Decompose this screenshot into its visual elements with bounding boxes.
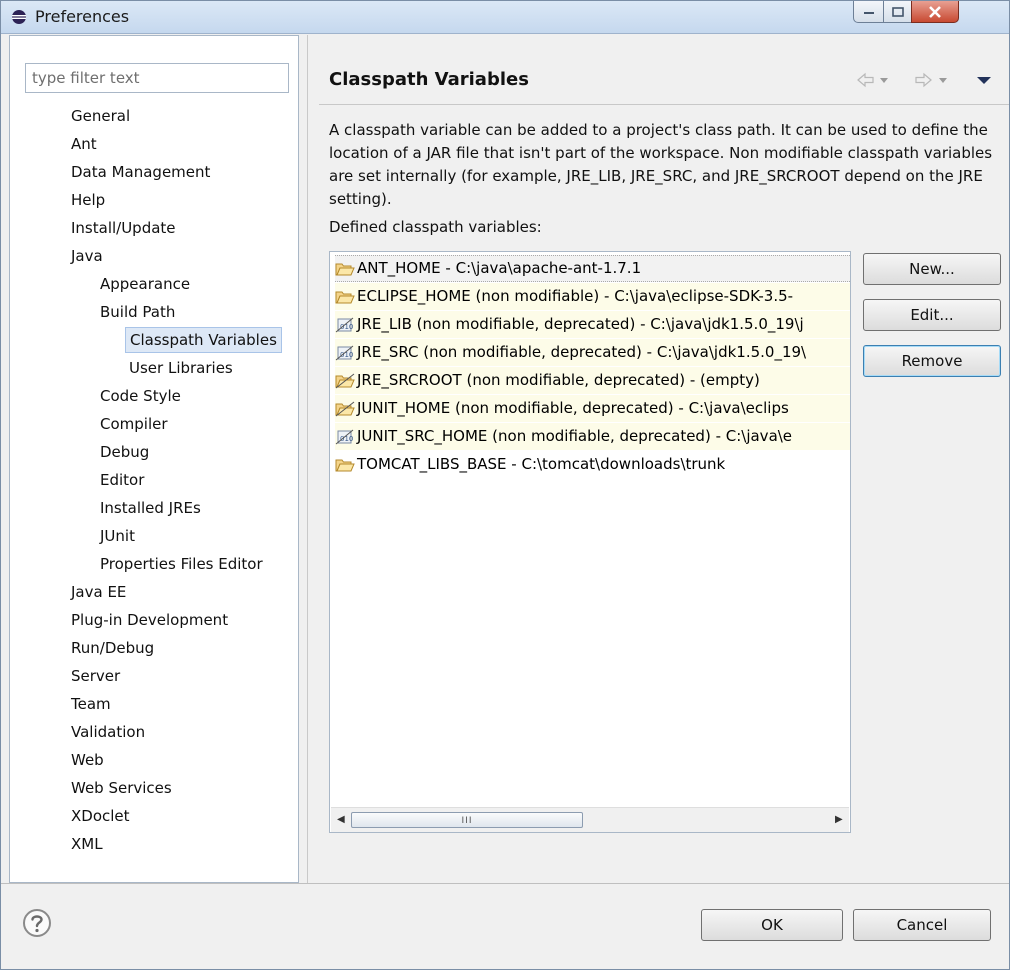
help-icon[interactable] [21,907,53,939]
tree-item-user-libraries[interactable]: User Libraries [129,355,233,381]
tree-item-junit[interactable]: JUnit [100,523,135,549]
remove-button[interactable]: Remove [863,345,1001,377]
bottom-separator [1,883,1009,884]
title-separator [319,104,1009,105]
folder-icon [335,459,355,471]
variables-list-label: Defined classpath variables: [329,218,542,236]
maximize-icon [891,6,904,17]
tree-item-installed-jres[interactable]: Installed JREs [100,495,201,521]
view-menu-icon[interactable] [975,71,993,89]
tree-item-code-style[interactable]: Code Style [100,383,181,409]
cancel-button[interactable]: Cancel [853,909,991,941]
tree-item-server[interactable]: Server [71,663,120,689]
tree-item-java[interactable]: Java [71,243,103,269]
edit-button[interactable]: Edit... [863,299,1001,331]
eclipse-icon [12,10,26,24]
preferences-window: Preferences General Ant Data Management … [0,0,1010,970]
tree-item-ant[interactable]: Ant [71,131,97,157]
maximize-button[interactable] [883,1,912,23]
close-button[interactable] [911,1,959,23]
tree-item-data-management[interactable]: Data Management [71,159,210,185]
back-menu-chevron-icon[interactable] [877,71,891,89]
horizontal-scrollbar[interactable]: ◀ III ▶ [331,807,849,832]
tree-item-run-debug[interactable]: Run/Debug [71,635,154,661]
title-bar[interactable]: Preferences [1,1,1009,34]
list-item[interactable]: TOMCAT_LIBS_BASE - C:\tomcat\downloads\t… [335,451,850,478]
folder-deprecated-icon [335,373,355,388]
tree-item-java-ee[interactable]: Java EE [71,579,126,605]
list-item[interactable]: 010 JUNIT_SRC_HOME (non modifiable, depre… [335,423,850,450]
minimize-icon [863,11,874,14]
list-item[interactable]: JUNIT_HOME (non modifiable, deprecated) … [335,395,850,422]
scroll-grip: III [461,816,473,826]
ok-button[interactable]: OK [701,909,843,941]
list-item[interactable]: ECLIPSE_HOME (non modifiable) - C:\java\… [335,283,850,310]
tree-item-web[interactable]: Web [71,747,104,773]
tree-item-build-path[interactable]: Build Path [100,299,175,325]
page-title: Classpath Variables [329,69,529,90]
forward-menu-chevron-icon[interactable] [936,71,950,89]
tree-item-help[interactable]: Help [71,187,105,213]
jar-icon: 010 [335,317,353,332]
filter-input[interactable] [25,63,289,93]
window-title: Preferences [35,7,130,26]
jar-icon: 010 [335,429,353,444]
minimize-button[interactable] [853,1,884,23]
scroll-thumb[interactable]: III [351,812,583,828]
tree-item-appearance[interactable]: Appearance [100,271,190,297]
tree-item-team[interactable]: Team [71,691,111,717]
tree-item-web-services[interactable]: Web Services [71,775,172,801]
list-item[interactable]: ANT_HOME - C:\java\apache-ant-1.7.1 [335,255,850,282]
tree-item-xdoclet[interactable]: XDoclet [71,803,130,829]
tree-item-install-update[interactable]: Install/Update [71,215,176,241]
jar-icon: 010 [335,345,353,360]
classpath-variables-list[interactable]: ANT_HOME - C:\java\apache-ant-1.7.1 ECLI… [329,251,851,833]
pane-splitter[interactable] [299,35,307,883]
tree-item-xml[interactable]: XML [71,831,103,857]
page-description: A classpath variable can be added to a p… [329,121,993,208]
tree-item-classpath-variables[interactable]: Classpath Variables [125,327,282,353]
new-button[interactable]: New... [863,253,1001,285]
tree-item-general[interactable]: General [71,103,130,129]
back-arrow-icon[interactable] [856,71,876,89]
folder-icon [335,291,355,303]
folder-icon [335,263,355,275]
tree-item-compiler[interactable]: Compiler [100,411,168,437]
forward-arrow-icon[interactable] [913,71,933,89]
list-item[interactable]: JRE_SRCROOT (non modifiable, deprecated)… [335,367,850,394]
tree-item-properties-files-editor[interactable]: Properties Files Editor [100,551,263,577]
list-item[interactable]: 010 JRE_SRC (non modifiable, deprecated) … [335,339,850,366]
tree-item-validation[interactable]: Validation [71,719,145,745]
scroll-right-icon[interactable]: ▶ [835,814,843,825]
close-icon [929,5,941,18]
tree-item-debug[interactable]: Debug [100,439,149,465]
tree-item-editor[interactable]: Editor [100,467,144,493]
list-item[interactable]: 010 JRE_LIB (non modifiable, deprecated) … [335,311,850,338]
tree-item-plug-in-development[interactable]: Plug-in Development [71,607,228,633]
folder-deprecated-icon [335,401,355,416]
scroll-left-icon[interactable]: ◀ [337,814,345,825]
